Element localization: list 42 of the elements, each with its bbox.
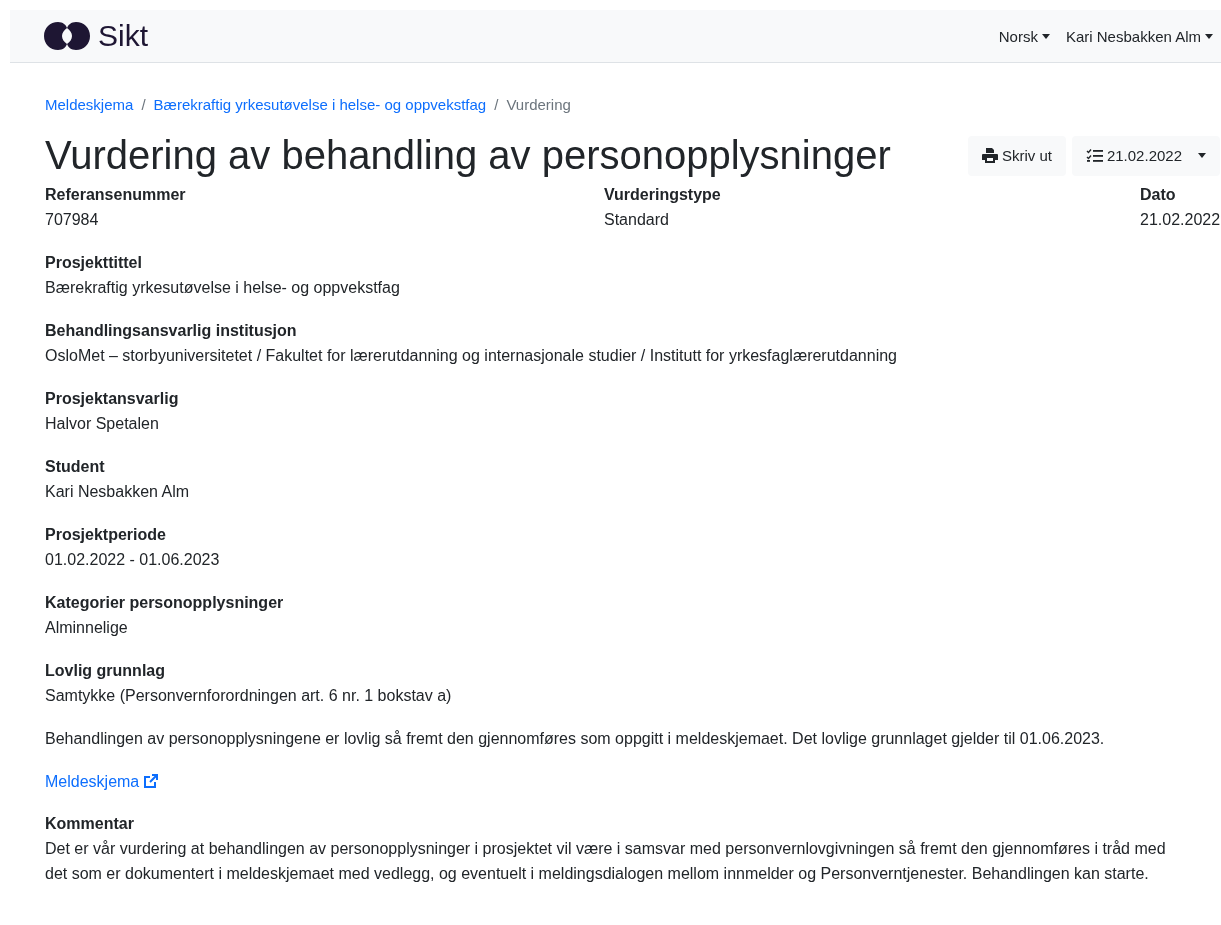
field-label: Behandlingsansvarlig institusjon	[45, 321, 298, 341]
field-value: 21.02.2022	[1140, 210, 1221, 230]
field-value: OsloMet – storbyuniversitetet / Fakultet for lærerutdanning og internasjonale studier / Institutt for yrkesfaglærerutdanning	[45, 346, 898, 366]
field-label: Student	[45, 457, 106, 477]
field-value: 707984	[45, 210, 100, 230]
field-value: Standard	[604, 210, 670, 230]
breadcrumb-text: Vurdering	[506, 96, 571, 113]
dropdown-menu[interactable]: Norsk	[998, 27, 1050, 45]
caret-icon	[1205, 33, 1213, 39]
field-value: Bærekraftig yrkesutøvelse i helse- og oppvekstfag	[45, 278, 401, 298]
field-label: Kategorier personopplysninger	[45, 593, 285, 613]
form-link[interactable]: Meldeskjema	[45, 769, 159, 794]
version-dropdown[interactable]: 21.02.2022	[1071, 135, 1220, 176]
breadcrumb-separator: /	[494, 96, 499, 113]
field-value: Samtykke (Personvernforordningen art. 6 nr. 1 bokstav a)	[45, 686, 453, 706]
breadcrumb-link[interactable]: Bærekraftig yrkesutøvelse i helse- og oppvekstfag	[153, 96, 487, 113]
field-value: Halvor Spetalen	[45, 414, 160, 434]
caret-icon	[1041, 33, 1050, 39]
field-label: Referansenummer	[45, 185, 187, 205]
external-link-icon	[143, 774, 159, 789]
field-value: 01.02.2022 - 01.06.2023	[45, 550, 221, 570]
printer-icon	[981, 148, 998, 163]
field-label: Prosjektperiode	[45, 525, 167, 545]
print-button[interactable]: Skriv ut	[967, 135, 1066, 176]
field-label: Dato	[1140, 185, 1177, 205]
logo-text: Sikt	[98, 19, 148, 53]
breadcrumb-link[interactable]: Meldeskjema	[45, 96, 134, 113]
caret-icon	[1198, 153, 1206, 158]
breadcrumb-separator: /	[141, 96, 146, 113]
checklist-icon	[1085, 148, 1103, 163]
field-label: Prosjektansvarlig	[45, 389, 180, 409]
field-label: Vurderingstype	[604, 185, 722, 205]
field-label: Prosjekttittel	[45, 253, 143, 273]
page-title: Vurdering av behandling av personopplysninger	[45, 133, 891, 178]
comment-text: Det er vår vurdering at behandlingen av personopplysninger i prosjektet vil være i samsvar med personvernlovgivningen så fremt den gjennomføres i tråd med det som er dokumentert i meldeskjemaet med vedlegg, og eventuelt i meldingsdialogen mellom innmelder og Personverntjenester. Behandlingen kan starte.	[45, 839, 1167, 884]
dropdown-menu[interactable]: Kari Nesbakken Alm	[1065, 27, 1213, 45]
field-value: Kari Nesbakken Alm	[45, 482, 191, 502]
field-label: Lovlig grunnlag	[45, 661, 166, 681]
field-value: Alminnelige	[45, 618, 129, 638]
legal-note: Behandlingen av personopplysningene er lovlig så fremt den gjennomføres som oppgitt i meldeskjemaet. Det lovlige grunnlaget gjelder til 01.06.2023.	[45, 729, 1106, 749]
field-label: Kommentar	[45, 814, 135, 834]
logo-icon	[44, 22, 90, 50]
